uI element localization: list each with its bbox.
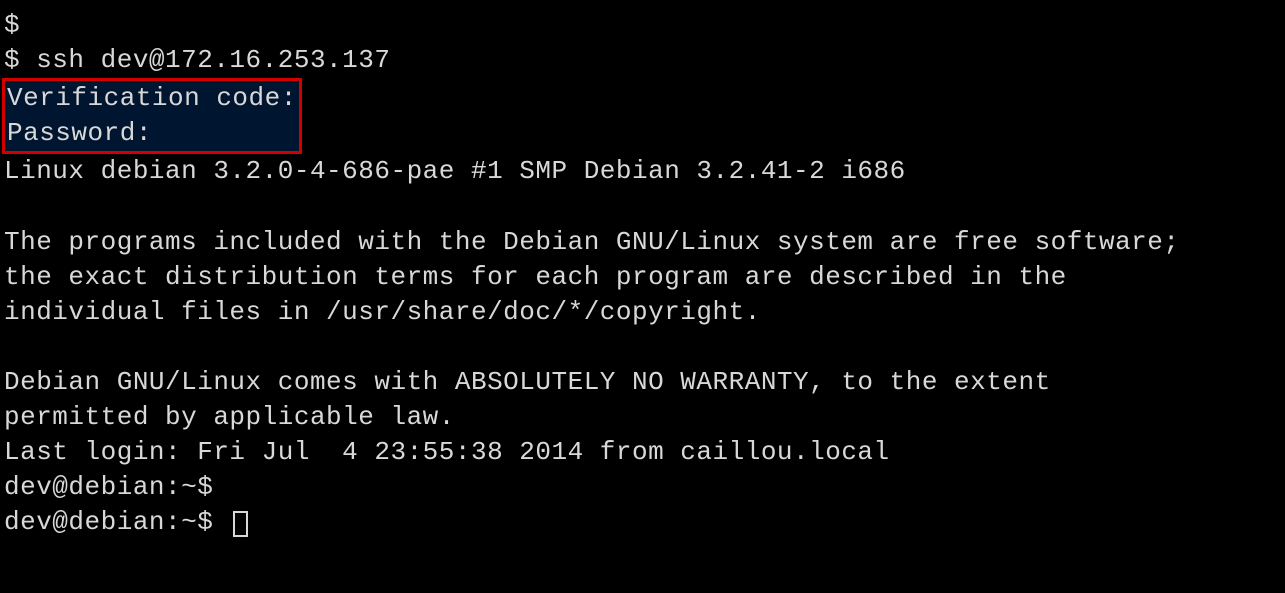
auth-highlight-box: Verification code: Password: <box>2 78 302 154</box>
cursor-icon <box>233 511 248 537</box>
motd-line-1: The programs included with the Debian GN… <box>4 225 1281 260</box>
motd-line-2: the exact distribution terms for each pr… <box>4 260 1281 295</box>
motd-line-3: individual files in /usr/share/doc/*/cop… <box>4 295 1281 330</box>
password-prompt: Password: <box>7 116 297 151</box>
motd-line-5: permitted by applicable law. <box>4 400 1281 435</box>
shell-prompt-text: dev@debian:~$ <box>4 507 229 537</box>
prompt-line: $ <box>4 8 1281 43</box>
terminal-output[interactable]: $ $ ssh dev@172.16.253.137 Verification … <box>4 8 1281 540</box>
ssh-command: $ ssh dev@172.16.253.137 <box>4 43 1281 78</box>
motd-line-4: Debian GNU/Linux comes with ABSOLUTELY N… <box>4 365 1281 400</box>
shell-prompt-2[interactable]: dev@debian:~$ <box>4 505 1281 540</box>
shell-prompt-1: dev@debian:~$ <box>4 470 1281 505</box>
kernel-line: Linux debian 3.2.0-4-686-pae #1 SMP Debi… <box>4 154 1281 189</box>
blank-line <box>4 330 1281 365</box>
last-login-line: Last login: Fri Jul 4 23:55:38 2014 from… <box>4 435 1281 470</box>
verification-code-prompt: Verification code: <box>7 81 297 116</box>
blank-line <box>4 189 1281 224</box>
